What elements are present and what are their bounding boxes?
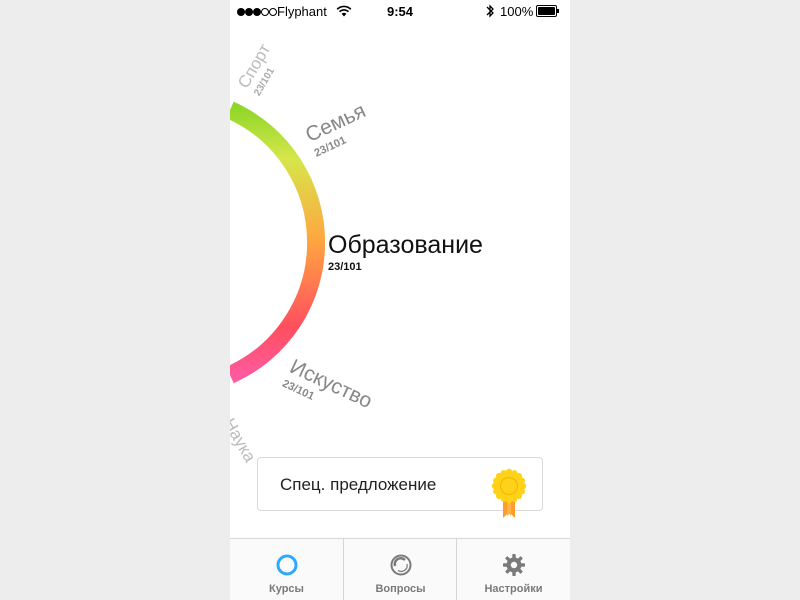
bluetooth-icon	[486, 4, 494, 18]
courses-circle-icon	[276, 554, 298, 576]
battery-percent: 100%	[500, 4, 534, 19]
battery-icon	[536, 5, 560, 17]
tab-settings[interactable]: Настройки	[456, 539, 570, 600]
category-name: Образование	[328, 231, 483, 259]
tab-questions[interactable]: Вопросы	[343, 539, 457, 600]
tab-bar: Курсы Вопросы Настройки	[230, 538, 570, 600]
tab-courses[interactable]: Курсы	[230, 539, 343, 600]
special-offer-label: Спец. предложение	[280, 475, 437, 494]
tab-label: Настройки	[484, 583, 543, 595]
tab-label: Курсы	[269, 583, 304, 595]
category-science[interactable]: Наука	[230, 415, 260, 466]
gear-icon	[503, 554, 525, 576]
category-name: Наука	[230, 415, 260, 466]
special-offer-button[interactable]: Спец. предложение	[257, 457, 543, 518]
tab-label: Вопросы	[375, 583, 426, 595]
category-count: 23/101	[328, 261, 362, 273]
phone-screen: Flyphant 9:54 100% Спорт 23/101 Семья 23…	[230, 0, 570, 600]
ribbon-badge-icon	[491, 468, 527, 518]
questions-circle-icon	[390, 554, 412, 576]
category-education-selected[interactable]: Образование 23/101	[328, 231, 483, 273]
